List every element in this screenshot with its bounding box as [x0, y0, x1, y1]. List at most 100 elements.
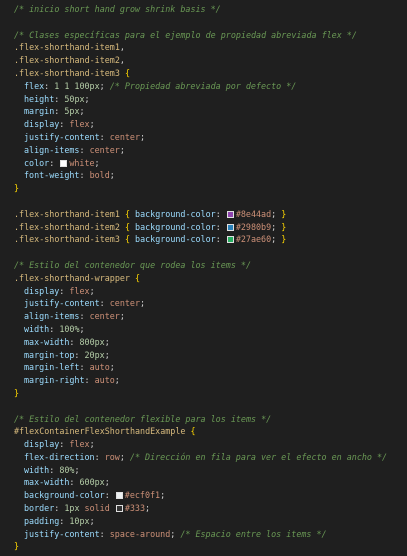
code-punctuation: ;: [89, 439, 95, 450]
code-comment: /* Estilo del contenedor flexible para l…: [14, 413, 272, 424]
code-line[interactable]: [14, 16, 407, 29]
css-property: width: [24, 464, 50, 475]
css-property: font-weight: [24, 170, 80, 181]
css-value: center: [89, 311, 120, 322]
code-brace: {: [190, 426, 196, 437]
code-line[interactable]: align-items: center;: [14, 144, 407, 157]
code-line[interactable]: /* Estilo del contenedor que rodea los i…: [14, 259, 407, 272]
css-property: background-color: [24, 490, 105, 501]
css-selector: .flex-shorthand-item1: [14, 208, 120, 219]
color-swatch-icon[interactable]: [60, 159, 68, 167]
code-line[interactable]: display: flex;: [14, 438, 407, 451]
code-punctuation: ;: [84, 93, 90, 104]
code-punctuation: :: [99, 528, 110, 539]
code-line[interactable]: .flex-shorthand-item2 { background-color…: [14, 221, 407, 234]
code-line[interactable]: .flex-shorthand-wrapper {: [14, 272, 407, 285]
code-line[interactable]: justify-content: center;: [14, 131, 407, 144]
code-punctuation: ;: [89, 119, 95, 130]
code-line[interactable]: margin-left: auto;: [14, 361, 407, 374]
css-property: align-items: [24, 311, 80, 322]
code-line[interactable]: margin: 5px;: [14, 105, 407, 118]
code-line[interactable]: .flex-shorthand-item1,: [14, 41, 407, 54]
code-brace: }: [14, 387, 20, 398]
code-comment: /* Clases específicas para el ejemplo de…: [14, 29, 357, 40]
code-line[interactable]: }: [14, 182, 407, 195]
code-line[interactable]: }: [14, 540, 407, 553]
code-line[interactable]: flex: 1 1 100px; /* Propiedad abreviada …: [14, 80, 407, 93]
code-line[interactable]: max-width: 800px;: [14, 336, 407, 349]
code-line[interactable]: background-color: #ecf0f1;: [14, 489, 407, 502]
code-punctuation: ;: [89, 515, 95, 526]
css-property: display: [24, 119, 60, 130]
color-swatch-icon[interactable]: [226, 210, 234, 218]
code-line[interactable]: margin-top: 20px;: [14, 349, 407, 362]
code-comment: /* Dirección en fila para ver el efecto …: [129, 451, 388, 462]
code-line[interactable]: max-width: 600px;: [14, 476, 407, 489]
css-value: flex: [69, 285, 90, 296]
color-swatch-icon[interactable]: [115, 505, 123, 513]
code-punctuation: :: [74, 349, 85, 360]
code-line[interactable]: justify-content: space-around; /* Espaci…: [14, 528, 407, 541]
css-property: color: [24, 157, 50, 168]
css-property: display: [24, 439, 60, 450]
code-punctuation: ;: [119, 451, 130, 462]
code-punctuation: ;: [109, 362, 115, 373]
color-swatch-icon[interactable]: [115, 492, 123, 500]
css-property: background-color: [135, 208, 216, 219]
css-selector: .flex-shorthand-item2: [14, 55, 120, 66]
code-line[interactable]: .flex-shorthand-item3 { background-color…: [14, 233, 407, 246]
code-line[interactable]: border: 1px solid #333;: [14, 502, 407, 515]
code-punctuation: ;: [79, 106, 85, 117]
css-selector: .flex-shorthand-item3: [14, 234, 120, 245]
code-punctuation: ;: [140, 298, 146, 309]
code-line[interactable]: .flex-shorthand-item2,: [14, 54, 407, 67]
css-property: display: [24, 285, 60, 296]
css-number: 1px: [64, 503, 80, 514]
css-property: width: [24, 323, 50, 334]
code-lines[interactable]: /* inicio short hand grow shrink basis *…: [14, 3, 407, 553]
code-line[interactable]: .flex-shorthand-item3 {: [14, 67, 407, 80]
code-line[interactable]: width: 80%;: [14, 464, 407, 477]
code-punctuation: ;: [170, 528, 181, 539]
code-punctuation: ;: [160, 490, 166, 501]
code-line[interactable]: [14, 195, 407, 208]
code-line[interactable]: height: 50px;: [14, 93, 407, 106]
css-number: 800px: [79, 336, 105, 347]
code-line[interactable]: justify-content: center;: [14, 297, 407, 310]
css-value: bold: [89, 170, 110, 181]
code-punctuation: ;: [119, 311, 125, 322]
code-punctuation: :: [49, 464, 60, 475]
code-editor[interactable]: /* inicio short hand grow shrink basis *…: [0, 0, 407, 556]
code-line[interactable]: [14, 246, 407, 259]
code-line[interactable]: /* Estilo del contenedor flexible para l…: [14, 413, 407, 426]
code-line[interactable]: width: 100%;: [14, 323, 407, 336]
color-swatch-icon[interactable]: [226, 236, 234, 244]
code-punctuation: ;: [104, 477, 110, 488]
code-brace: }: [14, 541, 20, 552]
code-punctuation: :: [94, 451, 105, 462]
code-line[interactable]: #flexContainerFlexShorthandExample {: [14, 425, 407, 438]
code-line[interactable]: display: flex;: [14, 118, 407, 131]
code-line[interactable]: [14, 400, 407, 413]
code-punctuation: ;: [119, 144, 125, 155]
code-punctuation: :: [59, 285, 70, 296]
code-line[interactable]: font-weight: bold;: [14, 169, 407, 182]
code-line[interactable]: }: [14, 387, 407, 400]
code-line[interactable]: padding: 10px;: [14, 515, 407, 528]
code-line[interactable]: /* Clases específicas para el ejemplo de…: [14, 29, 407, 42]
code-punctuation: ;: [104, 349, 110, 360]
code-punctuation: :: [59, 439, 70, 450]
code-line[interactable]: .flex-shorthand-item1 { background-color…: [14, 208, 407, 221]
code-line[interactable]: flex-direction: row; /* Dirección en fil…: [14, 451, 407, 464]
code-line[interactable]: display: flex;: [14, 285, 407, 298]
code-punctuation: [110, 503, 115, 513]
code-line[interactable]: margin-right: auto;: [14, 374, 407, 387]
code-line[interactable]: align-items: center;: [14, 310, 407, 323]
color-swatch-icon[interactable]: [226, 223, 234, 231]
css-selector: .flex-shorthand-item1: [14, 42, 120, 53]
code-line[interactable]: color: white;: [14, 157, 407, 170]
css-selector: .flex-shorthand-wrapper: [14, 272, 130, 283]
css-number: 20px: [84, 349, 105, 360]
code-line[interactable]: /* inicio short hand grow shrink basis *…: [14, 3, 407, 16]
css-value: auto: [89, 362, 110, 373]
